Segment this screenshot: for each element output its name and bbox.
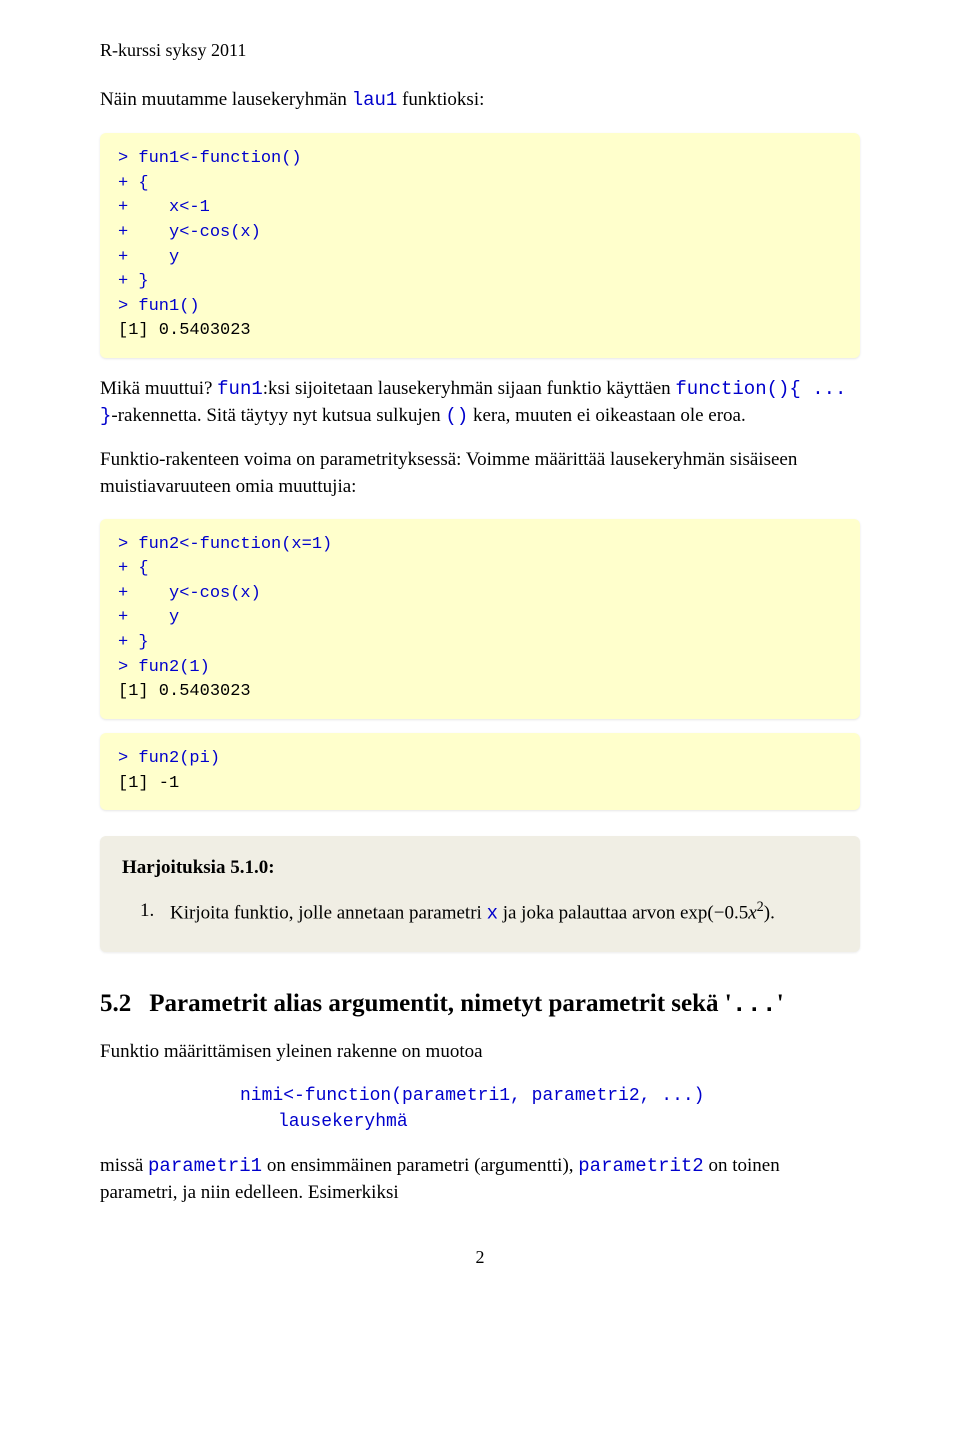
paragraph-2: Funktio-rakenteen voima on parametrityks…: [100, 447, 860, 500]
intro-paragraph: Näin muutamme lausekeryhmän lau1 funktio…: [100, 89, 860, 111]
text: ja joka palauttaa arvon exp(−0.5: [498, 902, 748, 923]
code-line: + }: [118, 631, 842, 656]
list-number: 1.: [140, 897, 160, 928]
code-parens: (): [445, 405, 468, 427]
code-line: + {: [118, 557, 842, 582]
exercise-box: Harjoituksia 5.1.0: 1. Kirjoita funktio,…: [100, 836, 860, 951]
text: Mikä muuttui?: [100, 378, 217, 399]
code-line: > fun1<-function(): [118, 147, 842, 172]
code-dots: ...: [732, 990, 777, 1019]
code-line: + y<-cos(x): [118, 582, 842, 607]
code-line: + y: [118, 606, 842, 631]
code-x-param: x: [487, 902, 498, 924]
text: missä: [100, 1155, 148, 1176]
section-close-quote: ': [777, 990, 784, 1017]
code-line: + y<-cos(x): [118, 221, 842, 246]
code-parametri1: parametri1: [148, 1155, 262, 1177]
page-number: 2: [100, 1247, 860, 1268]
text: on ensimmäinen parametri (argumentti),: [262, 1155, 578, 1176]
section-heading: 5.2 Parametrit alias argumentit, nimetyt …: [100, 990, 860, 1019]
paragraph-4: missä parametri1 on ensimmäinen parametr…: [100, 1153, 860, 1206]
text: kera, muuten ei oikeastaan ole eroa.: [468, 405, 746, 426]
paragraph-3: Funktio määrittämisen yleinen rakenne on…: [100, 1039, 860, 1066]
section-title: Parametrit alias argumentit, nimetyt par…: [149, 990, 731, 1017]
text: :ksi sijoitetaan lausekeryhmän sijaan fu…: [263, 378, 676, 399]
code-output: [1] 0.5403023: [118, 319, 842, 344]
code-output: [1] 0.5403023: [118, 680, 842, 705]
text: ).: [764, 902, 775, 923]
exercise-title: Harjoituksia 5.1.0:: [122, 854, 838, 883]
syntax-line: lausekeryhmä: [240, 1109, 860, 1135]
exercise-text: Kirjoita funktio, jolle annetaan paramet…: [170, 897, 775, 928]
page-header: R-kurssi syksy 2011: [100, 40, 860, 61]
code-fun1: fun1: [217, 378, 263, 400]
math-sup: 2: [757, 899, 764, 915]
code-line: + x<-1: [118, 196, 842, 221]
code-block-1: > fun1<-function() + { + x<-1 + y<-cos(x…: [100, 133, 860, 358]
intro-suffix: funktioksi:: [397, 89, 484, 110]
syntax-block: nimi<-function(parametri1, parametri2, .…: [240, 1083, 860, 1135]
code-parametrit2: parametrit2: [578, 1155, 703, 1177]
code-line: > fun2<-function(x=1): [118, 533, 842, 558]
text: -rakennetta. Sitä täytyy nyt kutsua sulk…: [111, 405, 445, 426]
code-block-3: > fun2(pi) [1] -1: [100, 733, 860, 810]
code-line: + {: [118, 172, 842, 197]
code-line: > fun1(): [118, 295, 842, 320]
code-line: + }: [118, 270, 842, 295]
text: Kirjoita funktio, jolle annetaan paramet…: [170, 902, 487, 923]
code-line: + y: [118, 246, 842, 271]
math-x: x: [748, 902, 756, 923]
code-block-2: > fun2<-function(x=1) + { + y<-cos(x) + …: [100, 519, 860, 719]
syntax-line: nimi<-function(parametri1, parametri2, .…: [240, 1083, 860, 1109]
exercise-item: 1. Kirjoita funktio, jolle annetaan para…: [122, 897, 838, 928]
intro-prefix: Näin muutamme lausekeryhmän: [100, 89, 352, 110]
section-number: 5.2: [100, 990, 131, 1017]
code-line: > fun2(1): [118, 656, 842, 681]
code-output: [1] -1: [118, 772, 842, 797]
intro-code: lau1: [352, 89, 398, 111]
paragraph-1: Mikä muuttui? fun1:ksi sijoitetaan lause…: [100, 376, 860, 429]
code-line: > fun2(pi): [118, 747, 842, 772]
